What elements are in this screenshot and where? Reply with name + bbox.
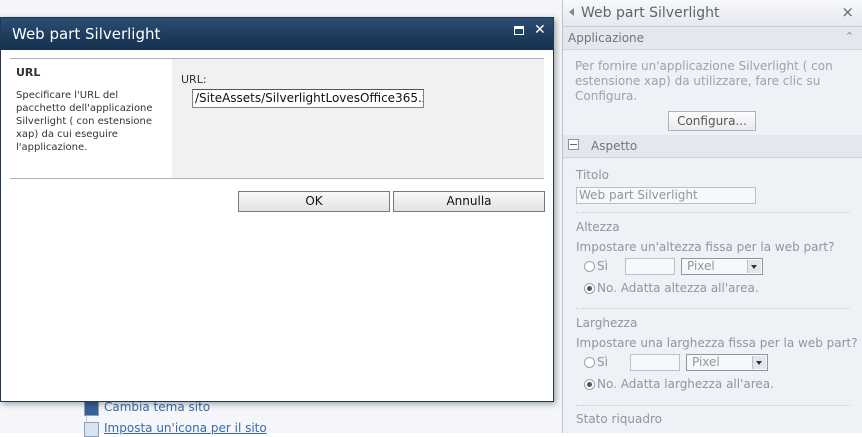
- divider: [576, 212, 850, 213]
- height-unit-select[interactable]: Pixel: [681, 258, 763, 275]
- height-yes-radio[interactable]: [584, 261, 595, 272]
- width-no-label: No. Adatta larghezza all'area.: [597, 377, 774, 391]
- application-section-label: Applicazione: [568, 31, 645, 45]
- tool-pane-header: Web part Silverlight ×: [563, 0, 862, 27]
- height-value-field[interactable]: [625, 258, 675, 275]
- collapse-section-icon[interactable]: ⌃: [845, 30, 854, 43]
- title-label: Titolo: [576, 168, 610, 182]
- configure-button[interactable]: Configura...: [668, 111, 756, 131]
- appearance-section-label: Aspetto: [591, 139, 638, 153]
- url-input[interactable]: /SiteAssets/SilverlightLovesOffice365.xa…: [192, 89, 424, 108]
- title-field[interactable]: Web part Silverlight: [576, 187, 756, 204]
- maximize-icon[interactable]: [514, 26, 524, 35]
- ok-button[interactable]: OK: [238, 191, 390, 212]
- url-section: URL Specificare l'URL del pacchetto dell…: [10, 58, 544, 179]
- application-section-header[interactable]: Applicazione ⌃: [563, 27, 862, 50]
- url-section-input-column: URL: /SiteAssets/SilverlightLovesOffice3…: [172, 59, 544, 178]
- width-yes-label: Sì: [597, 355, 608, 369]
- url-section-title: URL: [16, 66, 41, 79]
- chevron-down-icon: [747, 260, 761, 273]
- dialog-title: Web part Silverlight: [12, 25, 161, 43]
- tool-pane-title: Web part Silverlight: [581, 5, 720, 21]
- collapse-arrow-icon[interactable]: [569, 8, 574, 16]
- width-unit-value: Pixel: [692, 355, 720, 369]
- url-label: URL:: [181, 73, 207, 86]
- chrome-state-label: Stato riquadro: [576, 412, 663, 426]
- dialog-title-bar: Web part Silverlight ✕: [1, 18, 553, 50]
- url-section-description-column: URL Specificare l'URL del pacchetto dell…: [10, 59, 172, 178]
- theme-icon: [84, 401, 99, 416]
- divider: [10, 178, 544, 179]
- width-label: Larghezza: [576, 316, 638, 330]
- cancel-button[interactable]: Annulla: [393, 191, 545, 212]
- height-question: Impostare un'altezza fissa per la web pa…: [576, 240, 835, 254]
- width-yes-radio[interactable]: [584, 357, 595, 368]
- silverlight-url-dialog: Web part Silverlight ✕ URL Specificare l…: [0, 17, 554, 402]
- height-yes-label: Sì: [597, 259, 608, 273]
- chevron-down-icon: [752, 356, 766, 369]
- width-unit-select[interactable]: Pixel: [686, 354, 768, 371]
- width-question: Impostare una larghezza fissa per la web…: [576, 336, 858, 350]
- height-label: Altezza: [576, 220, 620, 234]
- close-icon[interactable]: ✕: [534, 22, 546, 38]
- change-site-theme-label: Cambia tema sito: [104, 400, 211, 414]
- height-no-radio[interactable]: [584, 283, 595, 294]
- appearance-section-header[interactable]: Aspetto: [563, 135, 862, 158]
- height-no-label: No. Adatta altezza all'area.: [597, 281, 759, 295]
- collapse-toggle-icon[interactable]: [568, 139, 579, 150]
- height-unit-value: Pixel: [687, 259, 715, 273]
- close-icon[interactable]: ×: [841, 3, 854, 21]
- site-icon-icon: [84, 422, 99, 437]
- divider: [576, 308, 850, 309]
- change-site-theme-link[interactable]: Cambia tema sito: [84, 400, 211, 416]
- width-value-field[interactable]: [630, 354, 680, 371]
- web-part-tool-pane: Web part Silverlight × Applicazione ⌃ Pe…: [562, 0, 862, 433]
- url-section-description: Specificare l'URL del pacchetto dell'app…: [16, 90, 153, 153]
- width-no-radio[interactable]: [584, 379, 595, 390]
- application-instructions: Per fornire un'applicazione Silverlight …: [575, 59, 833, 103]
- divider: [576, 405, 850, 406]
